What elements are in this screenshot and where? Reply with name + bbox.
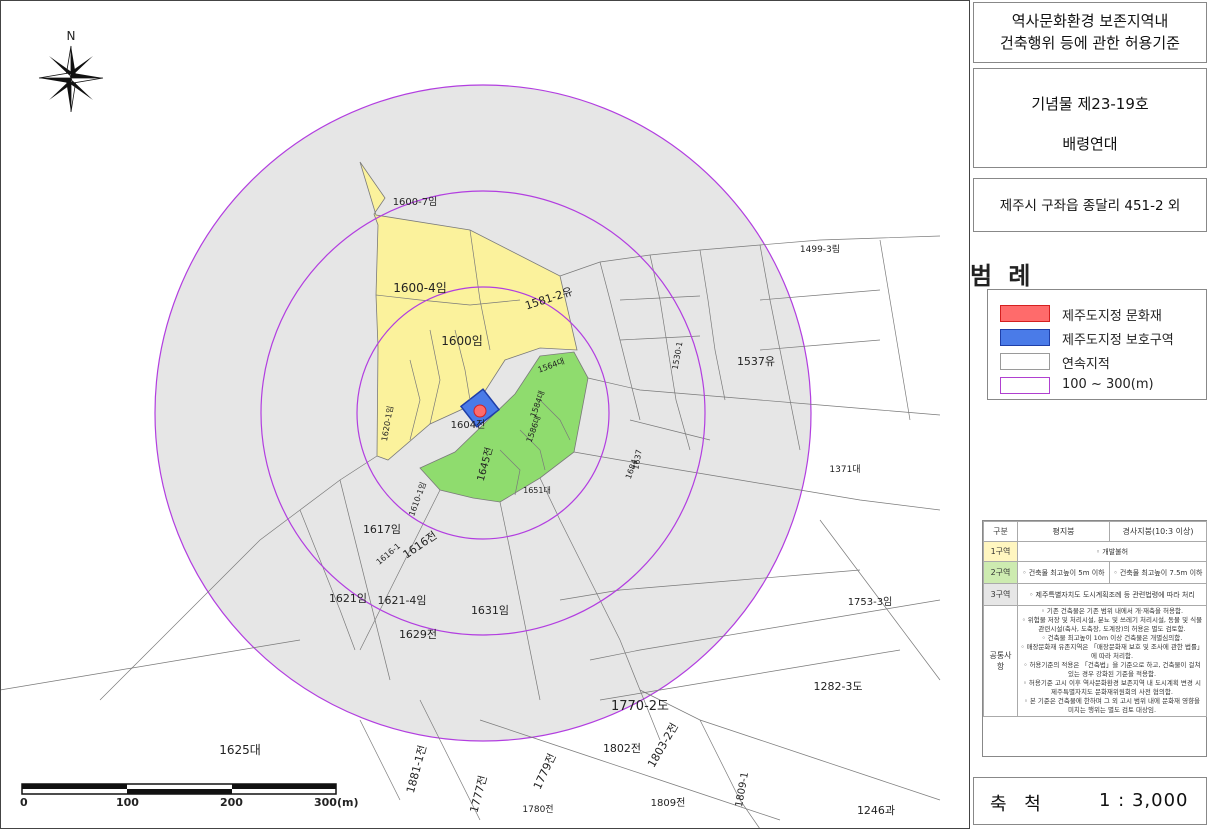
legend-swatch-rings xyxy=(1000,377,1050,394)
legend-swatch-protection xyxy=(1000,329,1050,346)
legend-swatch-heritage xyxy=(1000,305,1050,322)
common-rule: ◦ 건축물 최고높이 10m 이상 건축물은 개별심의함. xyxy=(1041,634,1183,642)
info-panel: 역사문화환경 보존지역내 건축행위 등에 관한 허용기준 기념물 제23-19호… xyxy=(970,0,1211,829)
monument-box: 기념물 제23-19호 배령연대 xyxy=(973,68,1207,168)
common-rule: ◦ 허용기준의 적용은 「건축법」을 기준으로 하고, 건축물이 걸쳐 있는 경… xyxy=(1023,661,1201,678)
legend-swatch-cadastral xyxy=(1000,353,1050,370)
parcel-label: 1753-3임 xyxy=(848,595,893,608)
parcel-label: 1371대 xyxy=(829,464,860,475)
rules-row-zone3: 3구역 ◦ 제주특별자치도 도시계획조례 등 관련법령에 따라 처리 xyxy=(983,583,1207,606)
monument-marker xyxy=(473,404,487,418)
parcel-label: 1604전 xyxy=(451,419,486,431)
scale-box: 축 척 1 : 3,000 xyxy=(973,777,1207,825)
parcel-label: 1631임 xyxy=(471,604,509,617)
rules-row-zone2: 2구역 ◦ 건축물 최고높이 5m 이하 ◦ 건축물 최고높이 7.5m 이하 xyxy=(983,561,1207,584)
parcel-label: 1621-4임 xyxy=(377,594,426,607)
parcel-label: 1617임 xyxy=(363,523,401,536)
zone2-text-sloped: ◦ 건축물 최고높이 7.5m 이하 xyxy=(1109,561,1207,584)
legend-label-heritage: 제주도지정 문화재 xyxy=(1062,309,1162,324)
common-rule: ◦ 기존 건축물은 기존 범위 내에서 개·재축을 허용함. xyxy=(1040,607,1184,615)
parcel-label: 1537유 xyxy=(737,355,775,368)
parcel-label: 1246과 xyxy=(857,804,895,817)
monument-name: 배령연대 xyxy=(1062,135,1118,153)
zone3-label: 3구역 xyxy=(983,583,1018,606)
rules-header-row: 구분 평지붕 경사지붕(10:3 이상) xyxy=(983,521,1207,542)
parcel-label: 1802전 xyxy=(603,742,641,755)
parcel-label: 1621임 xyxy=(329,592,367,605)
parcel-label: 1780전 xyxy=(522,804,553,815)
legend-label-protection: 제주도지정 보호구역 xyxy=(1062,333,1174,348)
title-box: 역사문화환경 보존지역내 건축행위 등에 관한 허용기준 xyxy=(973,2,1207,63)
title-line-1: 역사문화환경 보존지역내 xyxy=(1011,12,1169,30)
parcel-label: 1282-3도 xyxy=(813,680,862,693)
legend-label-cadastral: 연속지적 xyxy=(1062,357,1110,372)
parcel-label: 1651대 xyxy=(523,486,551,495)
parcel-label: 1809전 xyxy=(651,797,686,809)
common-rule: ◦ 본 기준은 건축물에 한하며 그 외 고시 범위 내에 문화재 영향을 미치… xyxy=(1023,697,1201,714)
parcel-label: 1770-2도 xyxy=(611,699,669,714)
parcel-label: 1499-3림 xyxy=(800,243,840,255)
scalebar-label-0: 0 xyxy=(20,796,28,809)
north-arrow-icon: N xyxy=(38,29,104,113)
zone2-text-flat: ◦ 건축물 최고높이 5m 이하 xyxy=(1017,561,1110,584)
legend-item-cadastral: 연속지적 xyxy=(988,352,1206,372)
scale-bar xyxy=(21,783,337,795)
map-canvas: 1600-7임1600-4임 1581-2유1600임1604전1645전1617… xyxy=(0,0,970,829)
scalebar-label-100: 100 xyxy=(116,796,139,809)
rules-table: 구분 평지붕 경사지붕(10:3 이상) 1구역 ◦ 개발불허 2구역 ◦ 건축… xyxy=(983,521,1207,717)
common-rule: ◦ 허용기준 고시 이후 역사문화환경 보존지역 내 도시계획 변경 시 제주특… xyxy=(1023,679,1201,696)
legend-title: 범 례 xyxy=(970,262,1035,290)
north-label: N xyxy=(67,29,76,43)
rules-row-common: 공통사항 ◦ 기존 건축물은 기존 범위 내에서 개·재축을 허용함. ◦ 위험… xyxy=(983,605,1207,717)
common-rule: ◦ 위험물 저장 및 처리시설, 분뇨 및 쓰레기 처리시설, 동물 및 식물 … xyxy=(1021,616,1203,633)
rules-table-box: 구분 평지붕 경사지붕(10:3 이상) 1구역 ◦ 개발불허 2구역 ◦ 건축… xyxy=(982,520,1207,757)
rules-row-zone1: 1구역 ◦ 개발불허 xyxy=(983,541,1207,562)
zone1-label: 1구역 xyxy=(983,541,1018,562)
legend-item-protection: 제주도지정 보호구역 xyxy=(988,328,1206,348)
zone1-text: ◦ 개발불허 xyxy=(1017,541,1207,562)
zone3-text: ◦ 제주특별자치도 도시계획조례 등 관련법령에 따라 처리 xyxy=(1017,583,1207,606)
scale-label: 축 척 xyxy=(990,794,1047,815)
parcel-label: 1600임 xyxy=(441,334,483,348)
zone2-label: 2구역 xyxy=(983,561,1018,584)
common-label: 공통사항 xyxy=(983,605,1018,717)
parcel-label: 1600-7임 xyxy=(393,195,438,208)
rules-header-sloped: 경사지붕(10:3 이상) xyxy=(1109,521,1207,542)
common-text: ◦ 기존 건축물은 기존 범위 내에서 개·재축을 허용함. ◦ 위험물 저장 … xyxy=(1017,605,1207,717)
rules-header-flat: 평지붕 xyxy=(1017,521,1110,542)
address-box: 제주시 구좌읍 종달리 451-2 외 xyxy=(973,178,1207,232)
parcel-label: 1625대 xyxy=(219,743,261,757)
title-line-2: 건축행위 등에 관한 허용기준 xyxy=(1000,34,1180,52)
common-rule: ◦ 매장문화재 유존지역은 「매장문화재 보호 및 조사에 관한 법률」에 따라… xyxy=(1020,643,1204,660)
legend-label-rings: 100 ~ 300(m) xyxy=(1062,377,1154,392)
monument-number: 기념물 제23-19호 xyxy=(1031,95,1149,113)
scalebar-label-300: 300(m) xyxy=(314,796,359,809)
legend-item-heritage: 제주도지정 문화재 xyxy=(988,304,1206,324)
parcel-label: 1600-4임 xyxy=(393,281,447,295)
legend-item-rings: 100 ~ 300(m) xyxy=(988,376,1206,396)
scale-value: 1 : 3,000 xyxy=(1099,790,1189,811)
parcel-label: 1629전 xyxy=(399,628,437,641)
rules-header-zone: 구분 xyxy=(983,521,1018,542)
legend-box: 제주도지정 문화재 제주도지정 보호구역 연속지적 100 ~ 300(m) xyxy=(987,289,1207,400)
scalebar-label-200: 200 xyxy=(220,796,243,809)
